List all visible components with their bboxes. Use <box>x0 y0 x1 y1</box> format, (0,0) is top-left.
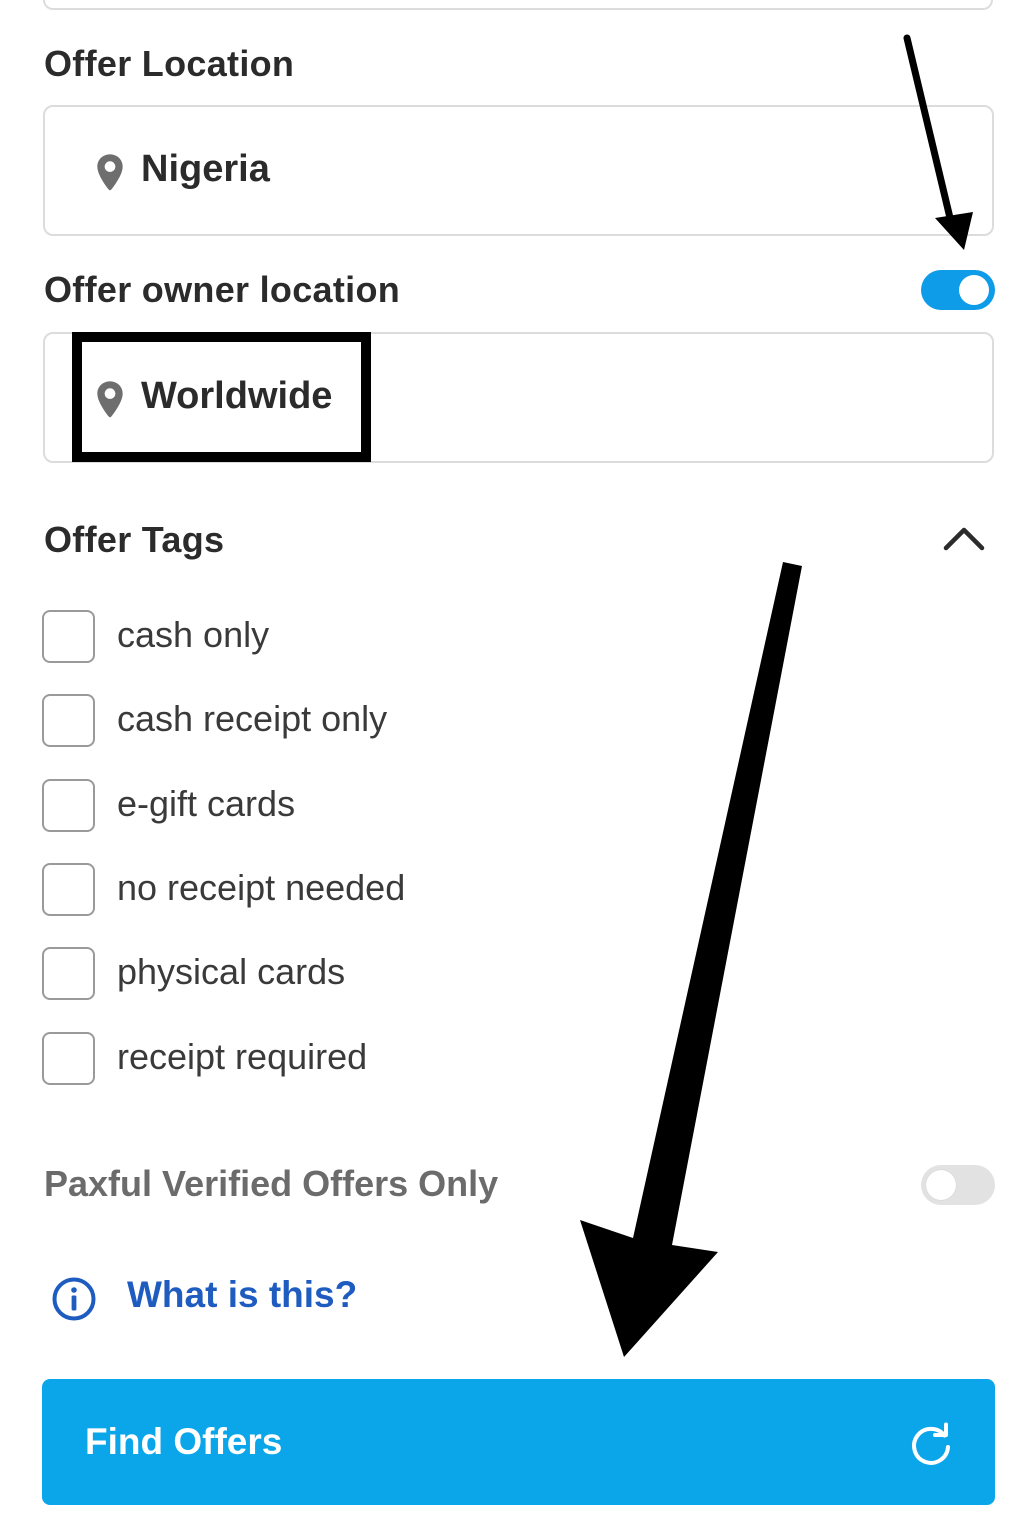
toggle-knob <box>926 1170 956 1200</box>
chevron-up-icon[interactable] <box>942 524 986 552</box>
map-pin-icon <box>97 154 123 191</box>
tag-row-no-receipt-needed[interactable]: no receipt needed <box>42 863 642 917</box>
tag-row-cash-only[interactable]: cash only <box>42 610 642 664</box>
annotation-highlight-box <box>72 332 371 462</box>
verified-offers-label: Paxful Verified Offers Only <box>44 1163 499 1204</box>
what-is-this-text: What is this? <box>127 1274 358 1315</box>
what-is-this-link[interactable]: What is this? <box>51 1272 371 1322</box>
checkbox[interactable] <box>42 863 95 916</box>
info-icon <box>52 1277 96 1321</box>
tag-label: physical cards <box>117 951 346 992</box>
tag-row-receipt-required[interactable]: receipt required <box>42 1032 642 1086</box>
previous-field-edge <box>43 0 993 10</box>
checkbox[interactable] <box>42 1032 95 1085</box>
verified-offers-toggle[interactable] <box>921 1165 995 1205</box>
offer-location-label: Offer Location <box>44 43 295 84</box>
checkbox[interactable] <box>42 947 95 1000</box>
checkbox[interactable] <box>42 779 95 832</box>
tag-row-physical-cards[interactable]: physical cards <box>42 947 642 1001</box>
offer-location-value: Nigeria <box>141 148 270 190</box>
refresh-icon <box>912 1422 950 1465</box>
tag-row-e-gift-cards[interactable]: e-gift cards <box>42 779 642 833</box>
find-offers-label: Find Offers <box>85 1421 283 1462</box>
tag-label: cash receipt only <box>117 698 388 739</box>
offer-location-field[interactable]: Nigeria <box>43 105 994 236</box>
find-offers-button[interactable]: Find Offers <box>42 1379 995 1505</box>
tag-label: receipt required <box>117 1036 368 1077</box>
offer-tags-label: Offer Tags <box>44 519 225 560</box>
toggle-knob <box>959 275 989 305</box>
tag-label: no receipt needed <box>117 867 406 908</box>
checkbox[interactable] <box>42 610 95 663</box>
tag-label: e-gift cards <box>117 783 296 824</box>
tag-row-cash-receipt-only[interactable]: cash receipt only <box>42 694 642 748</box>
owner-location-toggle[interactable] <box>921 270 995 310</box>
tag-label: cash only <box>117 614 270 655</box>
checkbox[interactable] <box>42 694 95 747</box>
owner-location-label: Offer owner location <box>44 269 401 310</box>
